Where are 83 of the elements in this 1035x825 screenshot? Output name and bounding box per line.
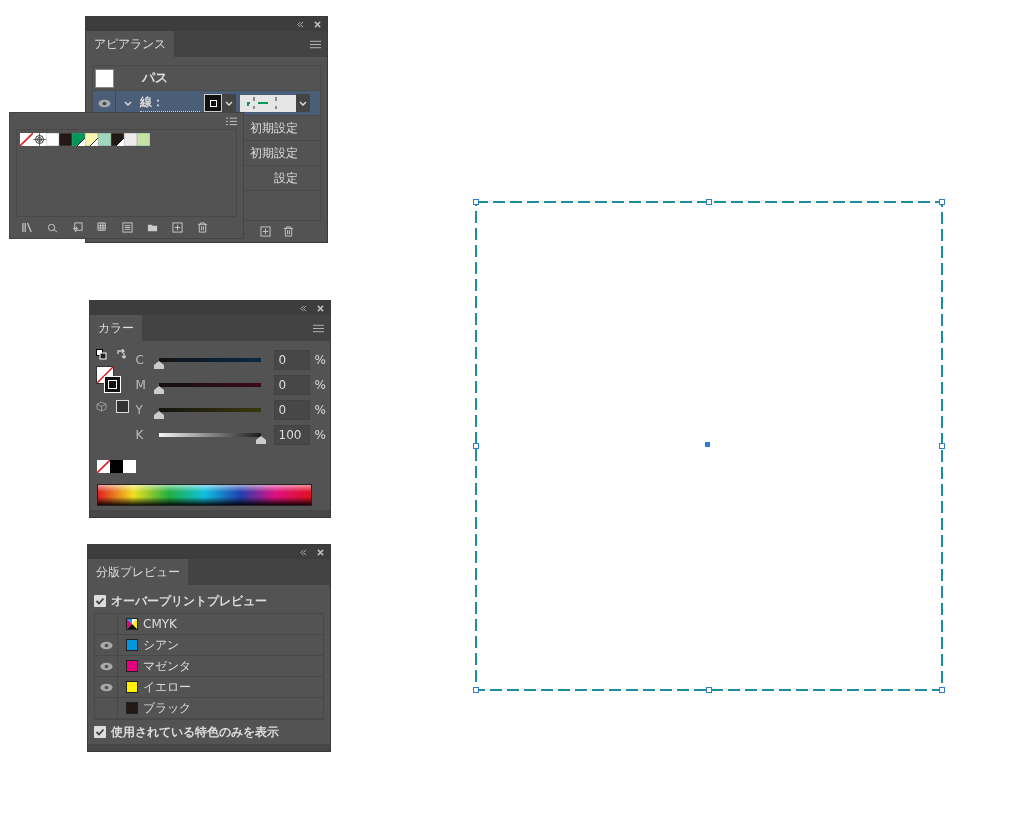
- percent-label: %: [314, 353, 326, 367]
- plate-name: ブラック: [143, 699, 191, 717]
- trash-icon[interactable]: [197, 221, 208, 233]
- channel-label: M: [135, 378, 147, 392]
- value-field[interactable]: 0: [273, 375, 310, 395]
- cube-icon[interactable]: [96, 401, 107, 412]
- chevron-icon: [225, 100, 233, 106]
- stroke-weight-field[interactable]: [240, 94, 296, 112]
- color-spectrum[interactable]: [97, 484, 312, 506]
- list-view-icon[interactable]: [226, 117, 237, 126]
- resize-grip[interactable]: [88, 744, 330, 751]
- resize-grip[interactable]: [90, 510, 330, 517]
- options-icon[interactable]: [122, 221, 133, 233]
- plate-name: CMYK: [143, 617, 177, 631]
- none-swatch[interactable]: [20, 132, 33, 146]
- close-icon[interactable]: [314, 20, 321, 28]
- eye-icon: [99, 682, 113, 692]
- slider-thumb[interactable]: [153, 411, 164, 419]
- plate-name: イエロー: [143, 678, 191, 696]
- stroke-swatch[interactable]: [204, 94, 222, 112]
- color-swatch[interactable]: [46, 132, 59, 146]
- panel-tab[interactable]: 分版プレビュー: [88, 559, 188, 585]
- library-icon[interactable]: [22, 221, 33, 233]
- collapse-icon[interactable]: [300, 548, 307, 556]
- opacity-label: 初期設定: [250, 119, 298, 137]
- trash-icon[interactable]: [283, 226, 294, 237]
- import-icon[interactable]: [72, 221, 83, 233]
- collapse-icon[interactable]: [297, 20, 304, 28]
- opacity-label: 初期設定: [250, 144, 298, 162]
- default-colors-icon[interactable]: [96, 349, 107, 360]
- checkbox[interactable]: [94, 726, 106, 738]
- channel-label: K: [135, 428, 145, 442]
- close-icon[interactable]: [317, 548, 324, 556]
- menu-icon[interactable]: [310, 39, 321, 49]
- color-swatch[interactable]: [111, 132, 124, 146]
- collapse-icon[interactable]: [300, 304, 307, 312]
- object-label: パス: [142, 69, 168, 87]
- swap-icon[interactable]: [116, 349, 127, 360]
- eye-icon[interactable]: [97, 98, 111, 108]
- eye-icon: [99, 640, 113, 650]
- channel-label: C: [135, 353, 145, 367]
- plate-name: シアン: [143, 636, 179, 654]
- dropdown-button[interactable]: [222, 94, 236, 112]
- color-swatch[interactable]: [124, 132, 137, 146]
- plate-name: マゼンタ: [143, 657, 191, 675]
- add-icon[interactable]: [172, 221, 183, 233]
- object-thumbnail: [95, 68, 114, 88]
- value-field[interactable]: 0: [273, 400, 310, 420]
- registration-swatch[interactable]: [33, 132, 46, 146]
- percent-label: %: [314, 378, 326, 392]
- chevron-icon: [299, 100, 307, 106]
- percent-label: %: [314, 403, 326, 417]
- opacity-label: 設定: [274, 169, 298, 187]
- cmyk-icon: [126, 618, 138, 630]
- none-swatch[interactable]: [97, 460, 110, 473]
- percent-label: %: [314, 428, 326, 442]
- color-swatch[interactable]: [85, 132, 98, 146]
- color-swatch[interactable]: [137, 132, 150, 146]
- close-icon[interactable]: [317, 304, 324, 312]
- grid-icon[interactable]: [97, 221, 108, 233]
- slider-thumb[interactable]: [153, 361, 164, 369]
- add-icon[interactable]: [260, 226, 271, 237]
- checkbox-label: オーバープリントプレビュー: [111, 592, 267, 610]
- color-square-icon[interactable]: [116, 400, 129, 413]
- panel-tab[interactable]: カラー: [90, 315, 142, 341]
- dropdown-button[interactable]: [296, 94, 310, 112]
- eye-icon: [99, 661, 113, 671]
- checkbox[interactable]: [94, 595, 106, 607]
- color-swatch[interactable]: [98, 132, 111, 146]
- value-field[interactable]: 100: [273, 425, 310, 445]
- value-field[interactable]: 0: [273, 350, 310, 370]
- channel-label: Y: [135, 403, 144, 417]
- color-swatch[interactable]: [72, 132, 85, 146]
- menu-icon[interactable]: [313, 323, 324, 333]
- color-swatch[interactable]: [110, 460, 123, 473]
- fill-stroke-icon[interactable]: [96, 366, 122, 394]
- slider-thumb[interactable]: [153, 386, 164, 394]
- slider-thumb[interactable]: [255, 436, 266, 444]
- color-swatch[interactable]: [123, 460, 136, 473]
- panel-tab[interactable]: アピアランス: [86, 31, 174, 57]
- chevron-icon[interactable]: [124, 100, 132, 106]
- color-swatch[interactable]: [59, 132, 72, 146]
- checkbox-label: 使用されている特色のみを表示: [111, 723, 279, 741]
